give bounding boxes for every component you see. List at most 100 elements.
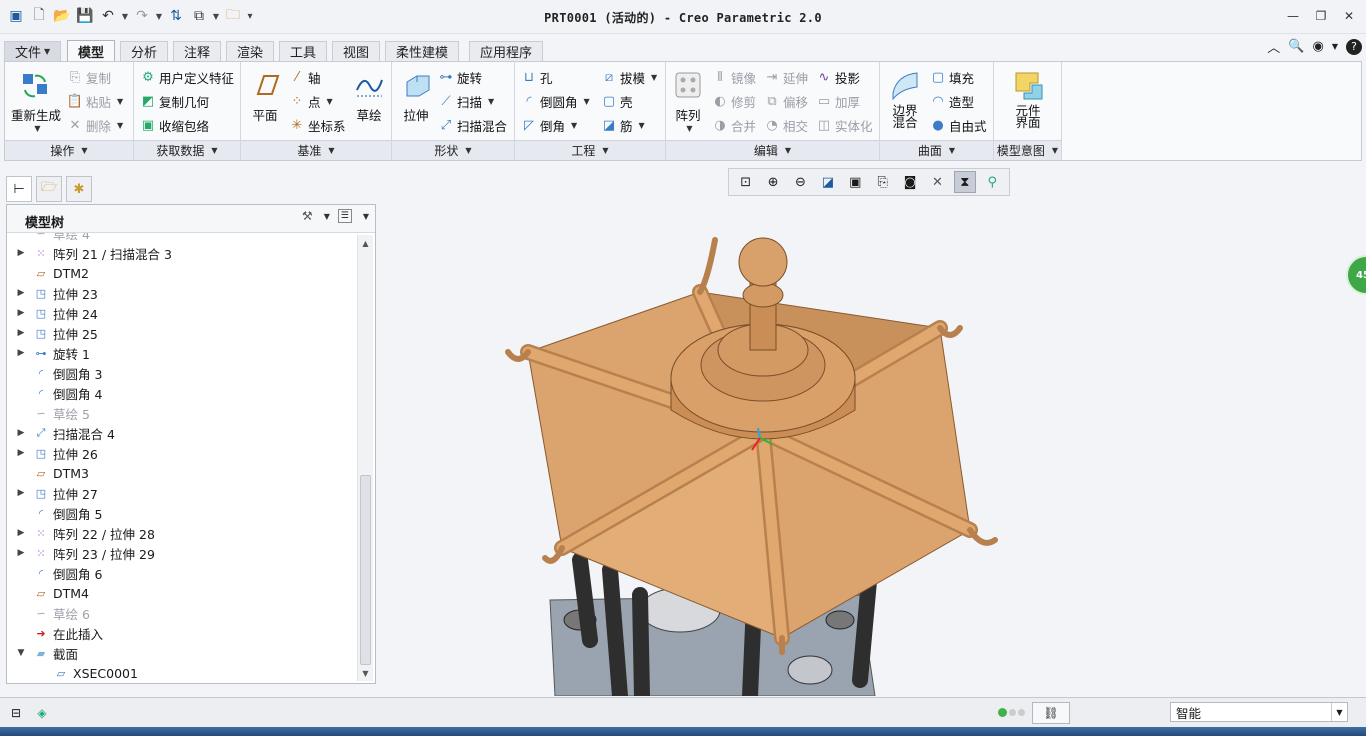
shell-button[interactable]: ▢ 壳 <box>601 92 633 111</box>
pattern-button[interactable]: 阵列 ▼ <box>670 68 706 133</box>
tab-file[interactable]: 文件 ▼ <box>4 41 62 61</box>
expand-icon[interactable]: ▶ <box>15 348 27 358</box>
close-icon[interactable]: ✕ <box>1338 6 1360 26</box>
show-icon[interactable]: ☰ <box>337 209 352 223</box>
expand-icon[interactable]: ▶ <box>15 248 27 258</box>
revolve-button[interactable]: ⊶ 旋转 <box>438 68 483 87</box>
tree-scrollbar[interactable]: ▲ ▼ <box>357 235 373 681</box>
rib-button[interactable]: ◪ 筋 ▼ <box>601 116 645 135</box>
scroll-up-icon[interactable]: ▲ <box>358 235 373 251</box>
point-button[interactable]: ⁘ 点 ▼ <box>289 92 333 111</box>
tree-item[interactable]: ∽ 草绘 5 <box>7 403 90 423</box>
boundary-blend-button[interactable]: 边界 混合 <box>884 68 926 129</box>
tree-item[interactable]: ▶ ⁙ 阵列 21 / 扫描混合 3 <box>7 243 172 263</box>
datum-display-icon[interactable]: ✕ <box>926 171 948 193</box>
expand-icon[interactable]: ▶ <box>15 428 27 438</box>
delete-button[interactable]: ✕ 删除 ▼ <box>67 116 124 135</box>
group-footer-datum[interactable]: 基准 ▼ <box>241 140 391 160</box>
paste-button[interactable]: 📋 粘贴 ▼ <box>67 92 123 111</box>
group-footer-operations[interactable]: 操作 ▼ <box>5 140 133 160</box>
extrude-button[interactable]: 拉伸 <box>398 68 434 124</box>
trim-button[interactable]: ◐ 修剪 <box>712 92 756 111</box>
expand-icon[interactable]: ▶ <box>15 548 27 558</box>
group-footer-editing[interactable]: 编辑 ▼ <box>666 140 879 160</box>
offset-button[interactable]: ⧉ 偏移 <box>764 92 808 111</box>
copy-geometry-button[interactable]: ◩ 复制几何 <box>140 92 209 111</box>
scroll-down-icon[interactable]: ▼ <box>358 665 373 681</box>
tree-item[interactable]: ◜ 倒圆角 6 <box>7 563 103 583</box>
csys-button[interactable]: ✳ 坐标系 <box>289 116 346 135</box>
expand-icon[interactable]: ▶ <box>15 448 27 458</box>
favorites-tab[interactable]: ✱ <box>66 176 92 202</box>
ptc-icon[interactable]: ◉ <box>1313 39 1324 54</box>
chevron-down-icon[interactable]: ▼ <box>1332 42 1338 51</box>
graphics-viewport[interactable] <box>380 200 1340 696</box>
tree-item[interactable]: ∽ 草绘 6 <box>7 603 90 623</box>
tree-item[interactable]: ▶ ⤢ 扫描混合 4 <box>7 423 115 443</box>
tab-flexible-modeling[interactable]: 柔性建模 <box>385 41 460 61</box>
round-button[interactable]: ◜ 倒圆角 ▼ <box>521 92 589 111</box>
tree-item[interactable]: ◜ 倒圆角 3 <box>7 363 103 383</box>
settings-icon[interactable]: ⚒ <box>302 209 313 223</box>
minimize-icon[interactable]: — <box>1282 6 1304 26</box>
tree-item[interactable]: ➜ 在此插入 <box>7 623 103 643</box>
tree-item[interactable]: ▱ DTM4 <box>7 583 89 603</box>
scroll-thumb[interactable] <box>360 475 371 665</box>
tree-item[interactable]: ▶ ◳ 拉伸 26 <box>7 443 98 463</box>
expand-icon[interactable]: ▶ <box>15 528 27 538</box>
navigator-toggle-icon[interactable]: ⊟ <box>6 703 26 723</box>
tree-item[interactable]: ▶ ◳ 拉伸 25 <box>7 323 98 343</box>
tree-item[interactable]: ▱ DTM3 <box>7 463 89 483</box>
tab-model[interactable]: 模型 <box>67 40 116 61</box>
extend-button[interactable]: ⇥ 延伸 <box>764 68 808 87</box>
model-tree-tab[interactable]: ⊢ <box>6 176 32 202</box>
tree-item[interactable]: ▱ DTM2 <box>7 263 89 283</box>
tree-item[interactable]: ▶ ◳ 拉伸 23 <box>7 283 98 303</box>
tree-item[interactable]: ▶ ⁙ 阵列 22 / 拉伸 28 <box>7 523 155 543</box>
udf-button[interactable]: ⚙ 用户定义特征 <box>140 68 234 87</box>
solidify-button[interactable]: ◫ 实体化 <box>816 116 873 135</box>
merge-button[interactable]: ◑ 合并 <box>712 116 756 135</box>
tree-item[interactable]: ▱ XSEC0001 <box>7 663 138 681</box>
draft-button[interactable]: ⧄ 拔模 ▼ <box>601 68 657 87</box>
spin-center-icon[interactable]: ⧗ <box>953 171 976 193</box>
find-icon[interactable]: ⛓ <box>1032 702 1070 724</box>
fill-button[interactable]: ▢ 填充 <box>930 68 974 87</box>
selection-filter[interactable]: 智能 ▼ <box>1170 702 1348 722</box>
restore-icon[interactable]: ❐ <box>1310 6 1332 26</box>
tab-view[interactable]: 视图 <box>332 41 381 61</box>
tree-item[interactable]: ◜ 倒圆角 5 <box>7 503 103 523</box>
tab-render[interactable]: 渲染 <box>226 41 275 61</box>
group-footer-surfaces[interactable]: 曲面 ▼ <box>880 140 993 160</box>
saved-orientations-icon[interactable]: ⎘ <box>872 171 894 193</box>
group-footer-model-intent[interactable]: 模型意图 ▼ <box>994 140 1061 160</box>
intersect-button[interactable]: ◔ 相交 <box>764 116 808 135</box>
tab-applications[interactable]: 应用程序 <box>469 41 544 61</box>
component-interface-button[interactable]: 元件 界面 <box>1008 68 1048 129</box>
shrinkwrap-button[interactable]: ▣ 收缩包络 <box>140 116 209 135</box>
axis-button[interactable]: ⁄ 轴 <box>289 68 321 87</box>
notification-badge[interactable]: 45 <box>1346 255 1366 295</box>
expand-icon[interactable]: ▶ <box>15 328 27 338</box>
help-icon[interactable]: ? <box>1346 38 1362 55</box>
group-footer-get-data[interactable]: 获取数据 ▼ <box>134 140 240 160</box>
expand-icon[interactable]: ▶ <box>15 288 27 298</box>
sweep-button[interactable]: ⟋ 扫描 ▼ <box>438 92 494 111</box>
tree-item[interactable]: ▼ ▰ 截面 <box>7 643 78 663</box>
regenerate-button[interactable]: 重新生成 ▼ <box>11 68 61 133</box>
tree-item[interactable]: ▶ ⊶ 旋转 1 <box>7 343 90 363</box>
view-manager-icon[interactable]: ◙ <box>899 171 921 193</box>
copy-button[interactable]: ⎘ 复制 <box>67 68 111 87</box>
zoom-out-icon[interactable]: ⊖ <box>789 171 811 193</box>
annotation-display-icon[interactable]: ⚲ <box>981 171 1003 193</box>
collapse-ribbon-icon[interactable]: ︿ <box>1267 37 1280 56</box>
folder-browser-tab[interactable]: 🗁 <box>36 176 62 202</box>
chevron-down-icon[interactable]: ▼ <box>363 212 369 221</box>
display-style-icon[interactable]: ▣ <box>844 171 866 193</box>
group-footer-engineering[interactable]: 工程 ▼ <box>515 140 665 160</box>
project-button[interactable]: ∿ 投影 <box>816 68 860 87</box>
freestyle-button[interactable]: ● 自由式 <box>930 116 986 135</box>
tree-item[interactable]: ∽ 草绘 4 <box>7 233 90 243</box>
tab-tools[interactable]: 工具 <box>279 41 328 61</box>
tab-analysis[interactable]: 分析 <box>120 41 169 61</box>
